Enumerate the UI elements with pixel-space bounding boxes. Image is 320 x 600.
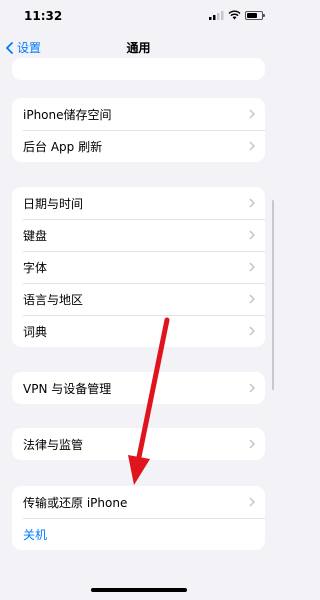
row-date-time[interactable]: 日期与时间 xyxy=(12,187,265,219)
row-language-region[interactable]: 语言与地区 xyxy=(12,283,265,315)
status-icons xyxy=(209,10,265,20)
status-bar: 11:32 xyxy=(0,0,277,30)
row-background-app-refresh[interactable]: 后台 App 刷新 xyxy=(12,130,265,162)
status-time: 11:32 xyxy=(24,9,63,23)
row-label: 键盘 xyxy=(23,228,48,243)
chevron-right-icon xyxy=(249,439,255,449)
row-label: 字体 xyxy=(23,260,48,275)
row-fonts[interactable]: 字体 xyxy=(12,251,265,283)
settings-group-storage: iPhone储存空间 后台 App 刷新 xyxy=(12,98,265,162)
settings-group-top-partial xyxy=(12,58,265,80)
chevron-right-icon xyxy=(249,262,255,272)
row-label: 传输或还原 iPhone xyxy=(23,495,128,510)
chevron-right-icon xyxy=(249,230,255,240)
chevron-right-icon xyxy=(249,198,255,208)
row-vpn-device-management[interactable]: VPN 与设备管理 xyxy=(12,372,265,404)
settings-group-vpn: VPN 与设备管理 xyxy=(12,372,265,404)
row-label: VPN 与设备管理 xyxy=(23,381,112,396)
wifi-icon xyxy=(228,10,241,20)
row-label: 日期与时间 xyxy=(23,196,84,211)
home-indicator xyxy=(91,588,187,592)
row-label: 法律与监管 xyxy=(23,437,84,452)
chevron-right-icon xyxy=(249,383,255,393)
row-label: 关机 xyxy=(23,527,48,542)
row-label: 词典 xyxy=(23,324,48,339)
chevron-right-icon xyxy=(249,497,255,507)
battery-icon xyxy=(245,10,265,20)
row-keyboard[interactable]: 键盘 xyxy=(12,219,265,251)
settings-group-locale: 日期与时间 键盘 字体 语言与地区 词典 xyxy=(12,187,265,347)
chevron-right-icon xyxy=(249,294,255,304)
signal-icon xyxy=(209,10,224,20)
scroll-indicator xyxy=(272,200,274,390)
shut-down-button[interactable]: 关机 xyxy=(12,518,265,550)
row-label: 后台 App 刷新 xyxy=(23,139,103,154)
settings-group-reset: 传输或还原 iPhone 关机 xyxy=(12,486,265,550)
row-label: 语言与地区 xyxy=(23,292,84,307)
battery-fill xyxy=(247,12,257,18)
row-iphone-storage[interactable]: iPhone储存空间 xyxy=(12,98,265,130)
row-transfer-reset-iphone[interactable]: 传输或还原 iPhone xyxy=(12,486,265,518)
chevron-right-icon xyxy=(249,141,255,151)
chevron-right-icon xyxy=(249,109,255,119)
chevron-right-icon xyxy=(249,326,255,336)
row-label: iPhone储存空间 xyxy=(23,107,112,122)
row-dictionary[interactable]: 词典 xyxy=(12,315,265,347)
settings-group-legal: 法律与监管 xyxy=(12,428,265,460)
row-legal-regulatory[interactable]: 法律与监管 xyxy=(12,428,265,460)
page-title: 通用 xyxy=(126,41,151,55)
